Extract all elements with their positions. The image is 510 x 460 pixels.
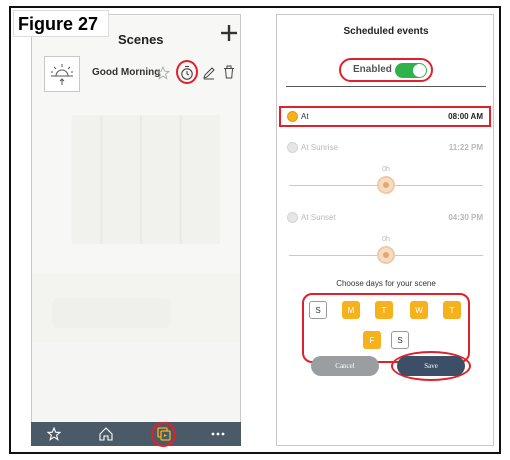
highlight-box-at <box>279 106 491 127</box>
day-saturday[interactable]: S <box>391 331 409 349</box>
delete-scene-button[interactable] <box>222 65 238 81</box>
highlight-ring-clock <box>176 60 198 84</box>
event-option-sunrise[interactable]: At Sunrise 11:22 PM <box>277 138 495 158</box>
nav-favorites[interactable] <box>39 422 69 446</box>
event-label: At Sunrise <box>301 143 338 152</box>
event-option-sunset[interactable]: At Sunset 04:30 PM <box>277 208 495 228</box>
bottom-navigation <box>31 422 241 446</box>
day-friday[interactable]: F <box>363 331 381 349</box>
day-sunday[interactable]: S <box>309 301 327 319</box>
enabled-control: Enabled <box>339 58 433 82</box>
day-monday[interactable]: M <box>342 301 360 319</box>
add-scene-button[interactable] <box>218 22 240 44</box>
day-wednesday[interactable]: W <box>410 301 428 319</box>
radio-unselected[interactable] <box>287 142 298 153</box>
slider-handle[interactable] <box>377 176 395 194</box>
offset-label: 0h <box>382 236 390 243</box>
trash-icon <box>224 65 234 79</box>
event-label: At Sunset <box>301 213 336 222</box>
save-button[interactable]: Save <box>397 356 465 376</box>
offset-label: 0h <box>382 166 390 173</box>
figure-label: Figure 27 <box>13 10 109 37</box>
scene-name: Good Morning <box>92 67 161 78</box>
star-icon <box>155 65 171 80</box>
scene-thumbnail <box>44 56 80 92</box>
day-thursday[interactable]: T <box>443 301 461 319</box>
more-icon <box>211 432 225 436</box>
radio-unselected[interactable] <box>287 212 298 223</box>
days-title: Choose days for your scene <box>336 279 436 288</box>
scene-list-item[interactable]: Good Morning <box>42 56 240 96</box>
day-tuesday[interactable]: T <box>375 301 393 319</box>
edit-scene-button[interactable] <box>202 66 218 82</box>
slider-handle[interactable] <box>377 246 395 264</box>
page-title: Scenes <box>118 32 164 47</box>
pencil-icon <box>203 67 215 80</box>
enabled-toggle[interactable] <box>395 63 427 78</box>
event-time: 11:22 PM <box>448 143 483 152</box>
home-icon <box>99 427 113 441</box>
star-icon <box>47 427 61 441</box>
page-title: Scheduled events <box>343 26 429 37</box>
divider <box>286 86 486 87</box>
event-time: 04:30 PM <box>448 213 483 222</box>
scheduled-events-screen: Scheduled events Enabled At 08:00 AM At … <box>276 14 494 446</box>
cancel-button[interactable]: Cancel <box>311 356 379 376</box>
favorite-button[interactable] <box>155 65 172 82</box>
sunrise-icon <box>51 64 73 85</box>
nav-more[interactable] <box>203 422 233 446</box>
plus-icon <box>221 25 237 41</box>
toggle-knob <box>413 64 426 77</box>
nav-home[interactable] <box>91 422 121 446</box>
enabled-label: Enabled <box>353 64 392 75</box>
highlight-ring-scenes-nav <box>151 422 176 447</box>
